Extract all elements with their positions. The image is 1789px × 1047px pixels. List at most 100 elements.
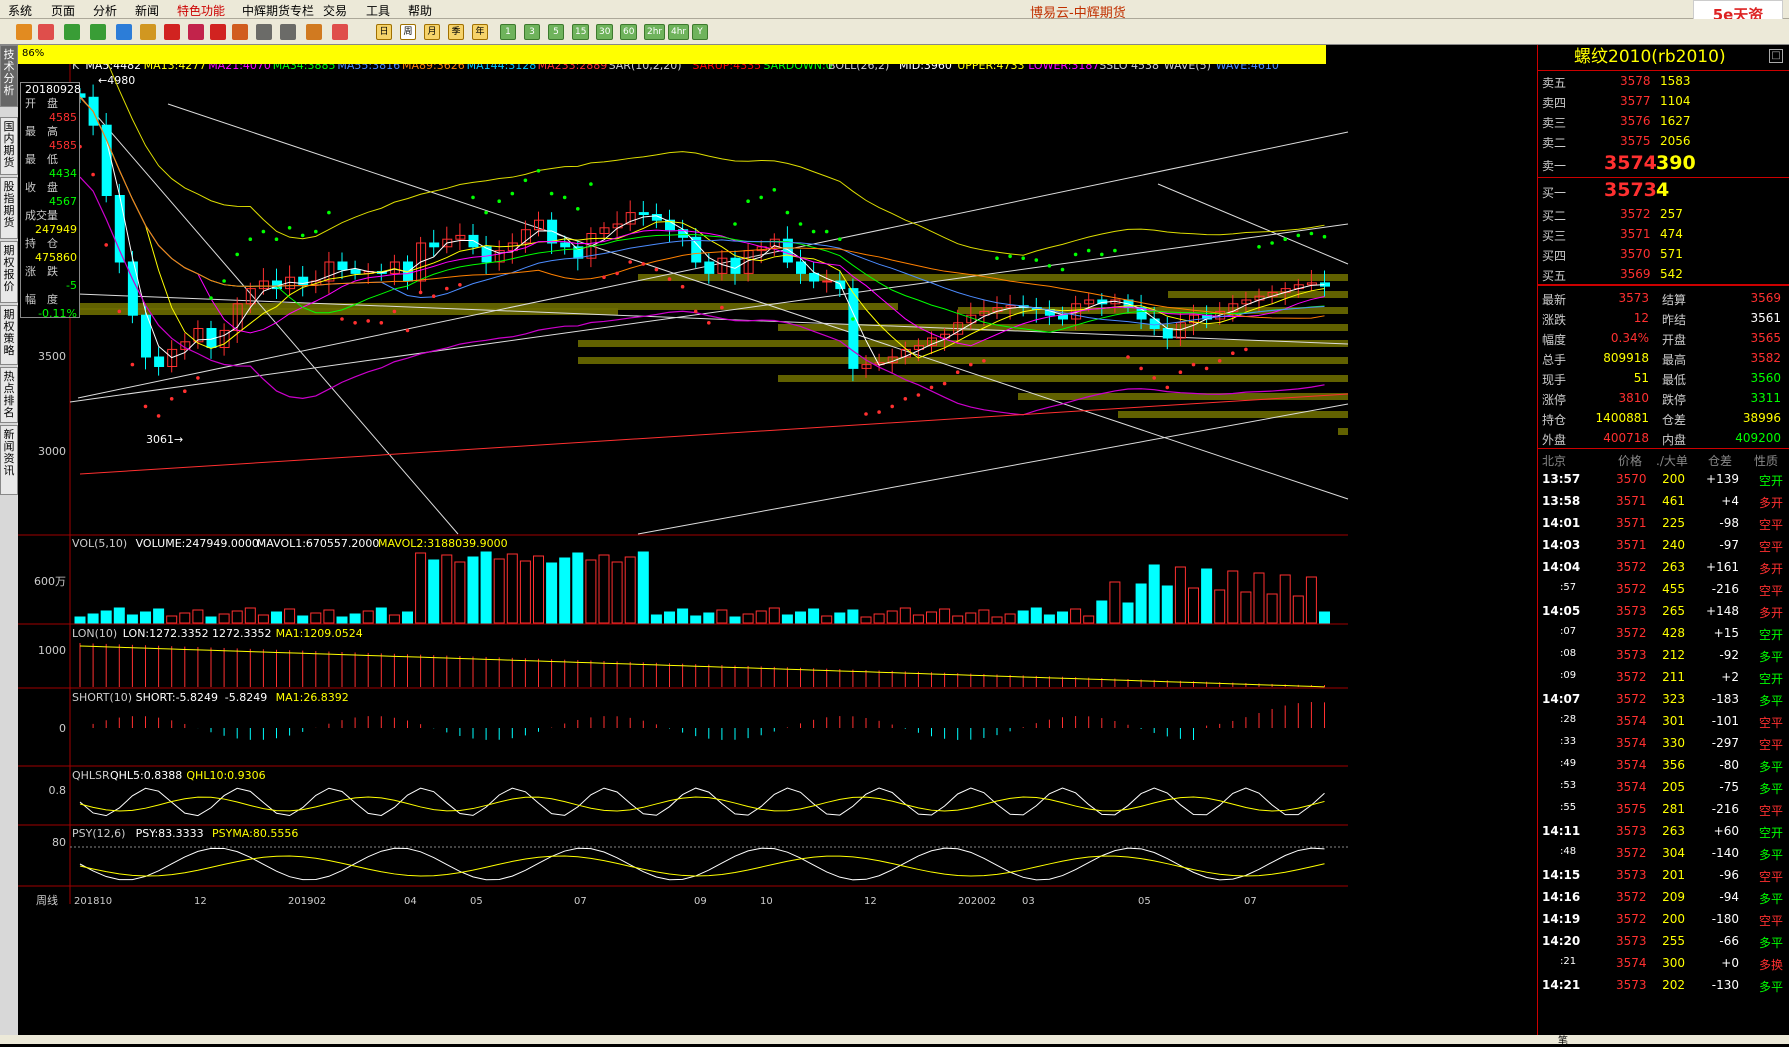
- home-icon[interactable]: [38, 24, 54, 40]
- sar-dot: [169, 397, 174, 401]
- menu-item-8[interactable]: 帮助: [408, 2, 432, 19]
- period-3[interactable]: 季: [448, 24, 464, 40]
- period-0[interactable]: 日: [376, 24, 392, 40]
- candle-body: [638, 212, 649, 216]
- tick-row[interactable]: :57 3572 455 -216 空平: [1538, 578, 1789, 600]
- tick-row[interactable]: :08 3573 212 -92 多平: [1538, 644, 1789, 666]
- menu-item-3[interactable]: 新闻: [135, 2, 159, 19]
- tools-icon[interactable]: [232, 24, 248, 40]
- interval-30[interactable]: 30: [596, 24, 614, 40]
- kline-chart[interactable]: 商品叠加周期KMA5:4482MA13:4277MA21:4070MA34:38…: [18, 64, 1537, 1034]
- side-tab-2[interactable]: 股指期货: [0, 177, 18, 239]
- tick-row[interactable]: 14:21 3573 202 -130 多平: [1538, 974, 1789, 996]
- tick-row[interactable]: :21 3574 300 +0 多换: [1538, 952, 1789, 974]
- interval-4hr[interactable]: 4hr: [668, 24, 690, 40]
- interval-5[interactable]: 5: [548, 24, 564, 40]
- indicator-10: SARUP:4335: [692, 64, 761, 72]
- ask-row[interactable]: 卖二 3575 2056: [1538, 131, 1789, 151]
- ask-row[interactable]: 卖三 3576 1627: [1538, 111, 1789, 131]
- tick-row[interactable]: 14:03 3571 240 -97 空平: [1538, 534, 1789, 556]
- zoom-in-icon[interactable]: [116, 24, 132, 40]
- ask-row[interactable]: 卖四 3577 1104: [1538, 91, 1789, 111]
- tick-row[interactable]: :07 3572 428 +15 空开: [1538, 622, 1789, 644]
- tick-row[interactable]: 14:07 3572 323 -183 多平: [1538, 688, 1789, 710]
- bid-row[interactable]: 买一 3573 4: [1538, 178, 1789, 204]
- interval-Y[interactable]: Y: [692, 24, 708, 40]
- tick-row[interactable]: :09 3572 211 +2 空开: [1538, 666, 1789, 688]
- tick-oi-change: -97: [1719, 538, 1739, 552]
- tick-row[interactable]: :55 3575 281 -216 空平: [1538, 798, 1789, 820]
- tick-nature: 空平: [1758, 584, 1783, 598]
- tick-oi-change: -216: [1711, 802, 1739, 816]
- notes-icon[interactable]: [64, 24, 80, 40]
- back-icon[interactable]: [16, 24, 32, 40]
- menu-item-7[interactable]: 工具: [366, 2, 390, 19]
- tick-row[interactable]: :49 3574 356 -80 多平: [1538, 754, 1789, 776]
- calc-icon[interactable]: [280, 24, 296, 40]
- tick-list[interactable]: 13:57 3570 200 +139 空开 13:58 3571 461 +4 多开 14:01 3…: [1538, 468, 1789, 996]
- tick-row[interactable]: :33 3574 330 -297 空平: [1538, 732, 1789, 754]
- tick-tab[interactable]: 笔: [1558, 1032, 1568, 1047]
- bid-row[interactable]: 买四 3570 571: [1538, 244, 1789, 264]
- tick-row[interactable]: 14:15 3573 201 -96 空平: [1538, 864, 1789, 886]
- tick-oi-change: -98: [1719, 516, 1739, 530]
- tick-nature: 多开: [1758, 496, 1783, 510]
- period-1[interactable]: 周: [400, 24, 416, 40]
- sar-dot: [431, 294, 436, 298]
- list-icon[interactable]: [332, 24, 348, 40]
- interval-60[interactable]: 60: [620, 24, 638, 40]
- tick-row[interactable]: :53 3574 205 -75 多平: [1538, 776, 1789, 798]
- side-tab-6[interactable]: 新闻资讯: [0, 425, 18, 495]
- menu-item-0[interactable]: 系统: [8, 2, 32, 19]
- ask-row[interactable]: 卖五 3578 1583: [1538, 71, 1789, 91]
- period-4[interactable]: 年: [472, 24, 488, 40]
- tick-row[interactable]: 14:16 3572 209 -94 多平: [1538, 886, 1789, 908]
- tick-row[interactable]: 14:20 3573 255 -66 多平: [1538, 930, 1789, 952]
- tick-row[interactable]: 14:01 3571 225 -98 空平: [1538, 512, 1789, 534]
- indicator-icon[interactable]: [210, 24, 226, 40]
- tick-row[interactable]: :48 3572 304 -140 多平: [1538, 842, 1789, 864]
- side-tab-5[interactable]: 热点排名: [0, 367, 18, 423]
- side-tab-3[interactable]: 期权报价: [0, 241, 18, 303]
- interval-15[interactable]: 15: [572, 24, 590, 40]
- sar-dot: [156, 414, 161, 418]
- tick-row[interactable]: :28 3574 301 -101 空平: [1538, 710, 1789, 732]
- interval-3[interactable]: 3: [524, 24, 540, 40]
- menu-item-1[interactable]: 页面: [51, 2, 75, 19]
- tick-icon[interactable]: [306, 24, 322, 40]
- grid-icon[interactable]: [256, 24, 272, 40]
- menu-item-4[interactable]: 特色功能: [177, 2, 225, 19]
- tick-row[interactable]: 14:04 3572 263 +161 多开: [1538, 556, 1789, 578]
- volume-bar: [808, 608, 820, 624]
- ask-volume: 1627: [1660, 114, 1691, 128]
- tick-row[interactable]: 14:11 3573 263 +60 空开: [1538, 820, 1789, 842]
- tick-row[interactable]: 13:58 3571 461 +4 多开: [1538, 490, 1789, 512]
- volume-bar: [546, 562, 558, 624]
- sar-dot: [759, 195, 763, 200]
- menu-item-2[interactable]: 分析: [93, 2, 117, 19]
- zoom-out-icon[interactable]: [140, 24, 156, 40]
- side-tab-4[interactable]: 期权策略: [0, 305, 18, 365]
- bid-volume: 4: [1656, 179, 1670, 201]
- ask-row[interactable]: 卖一 3574 390: [1538, 151, 1789, 177]
- close-icon[interactable]: □: [1769, 49, 1783, 63]
- candle-body: [848, 288, 859, 369]
- draw-icon[interactable]: [164, 24, 180, 40]
- refresh-icon[interactable]: [90, 24, 106, 40]
- pencil-icon[interactable]: [188, 24, 204, 40]
- side-tab-1[interactable]: 国内期货: [0, 117, 18, 175]
- info-label-5: 持 仓: [25, 237, 58, 250]
- tick-row[interactable]: 14:05 3573 265 +148 多开: [1538, 600, 1789, 622]
- bid-row[interactable]: 买三 3571 474: [1538, 224, 1789, 244]
- bid-row[interactable]: 买二 3572 257: [1538, 204, 1789, 224]
- period-2[interactable]: 月: [424, 24, 440, 40]
- tick-row[interactable]: 14:19 3572 200 -180 空平: [1538, 908, 1789, 930]
- bid-row[interactable]: 买五 3569 542: [1538, 264, 1789, 284]
- menu-item-5[interactable]: 中辉期货专栏: [242, 2, 314, 19]
- tick-nature: 多平: [1758, 892, 1783, 906]
- menu-item-6[interactable]: 交易: [323, 2, 347, 19]
- interval-1[interactable]: 1: [500, 24, 516, 40]
- side-tab-0[interactable]: 技术分析: [0, 45, 18, 107]
- tick-row[interactable]: 13:57 3570 200 +139 空开: [1538, 468, 1789, 490]
- interval-2hr[interactable]: 2hr: [644, 24, 666, 40]
